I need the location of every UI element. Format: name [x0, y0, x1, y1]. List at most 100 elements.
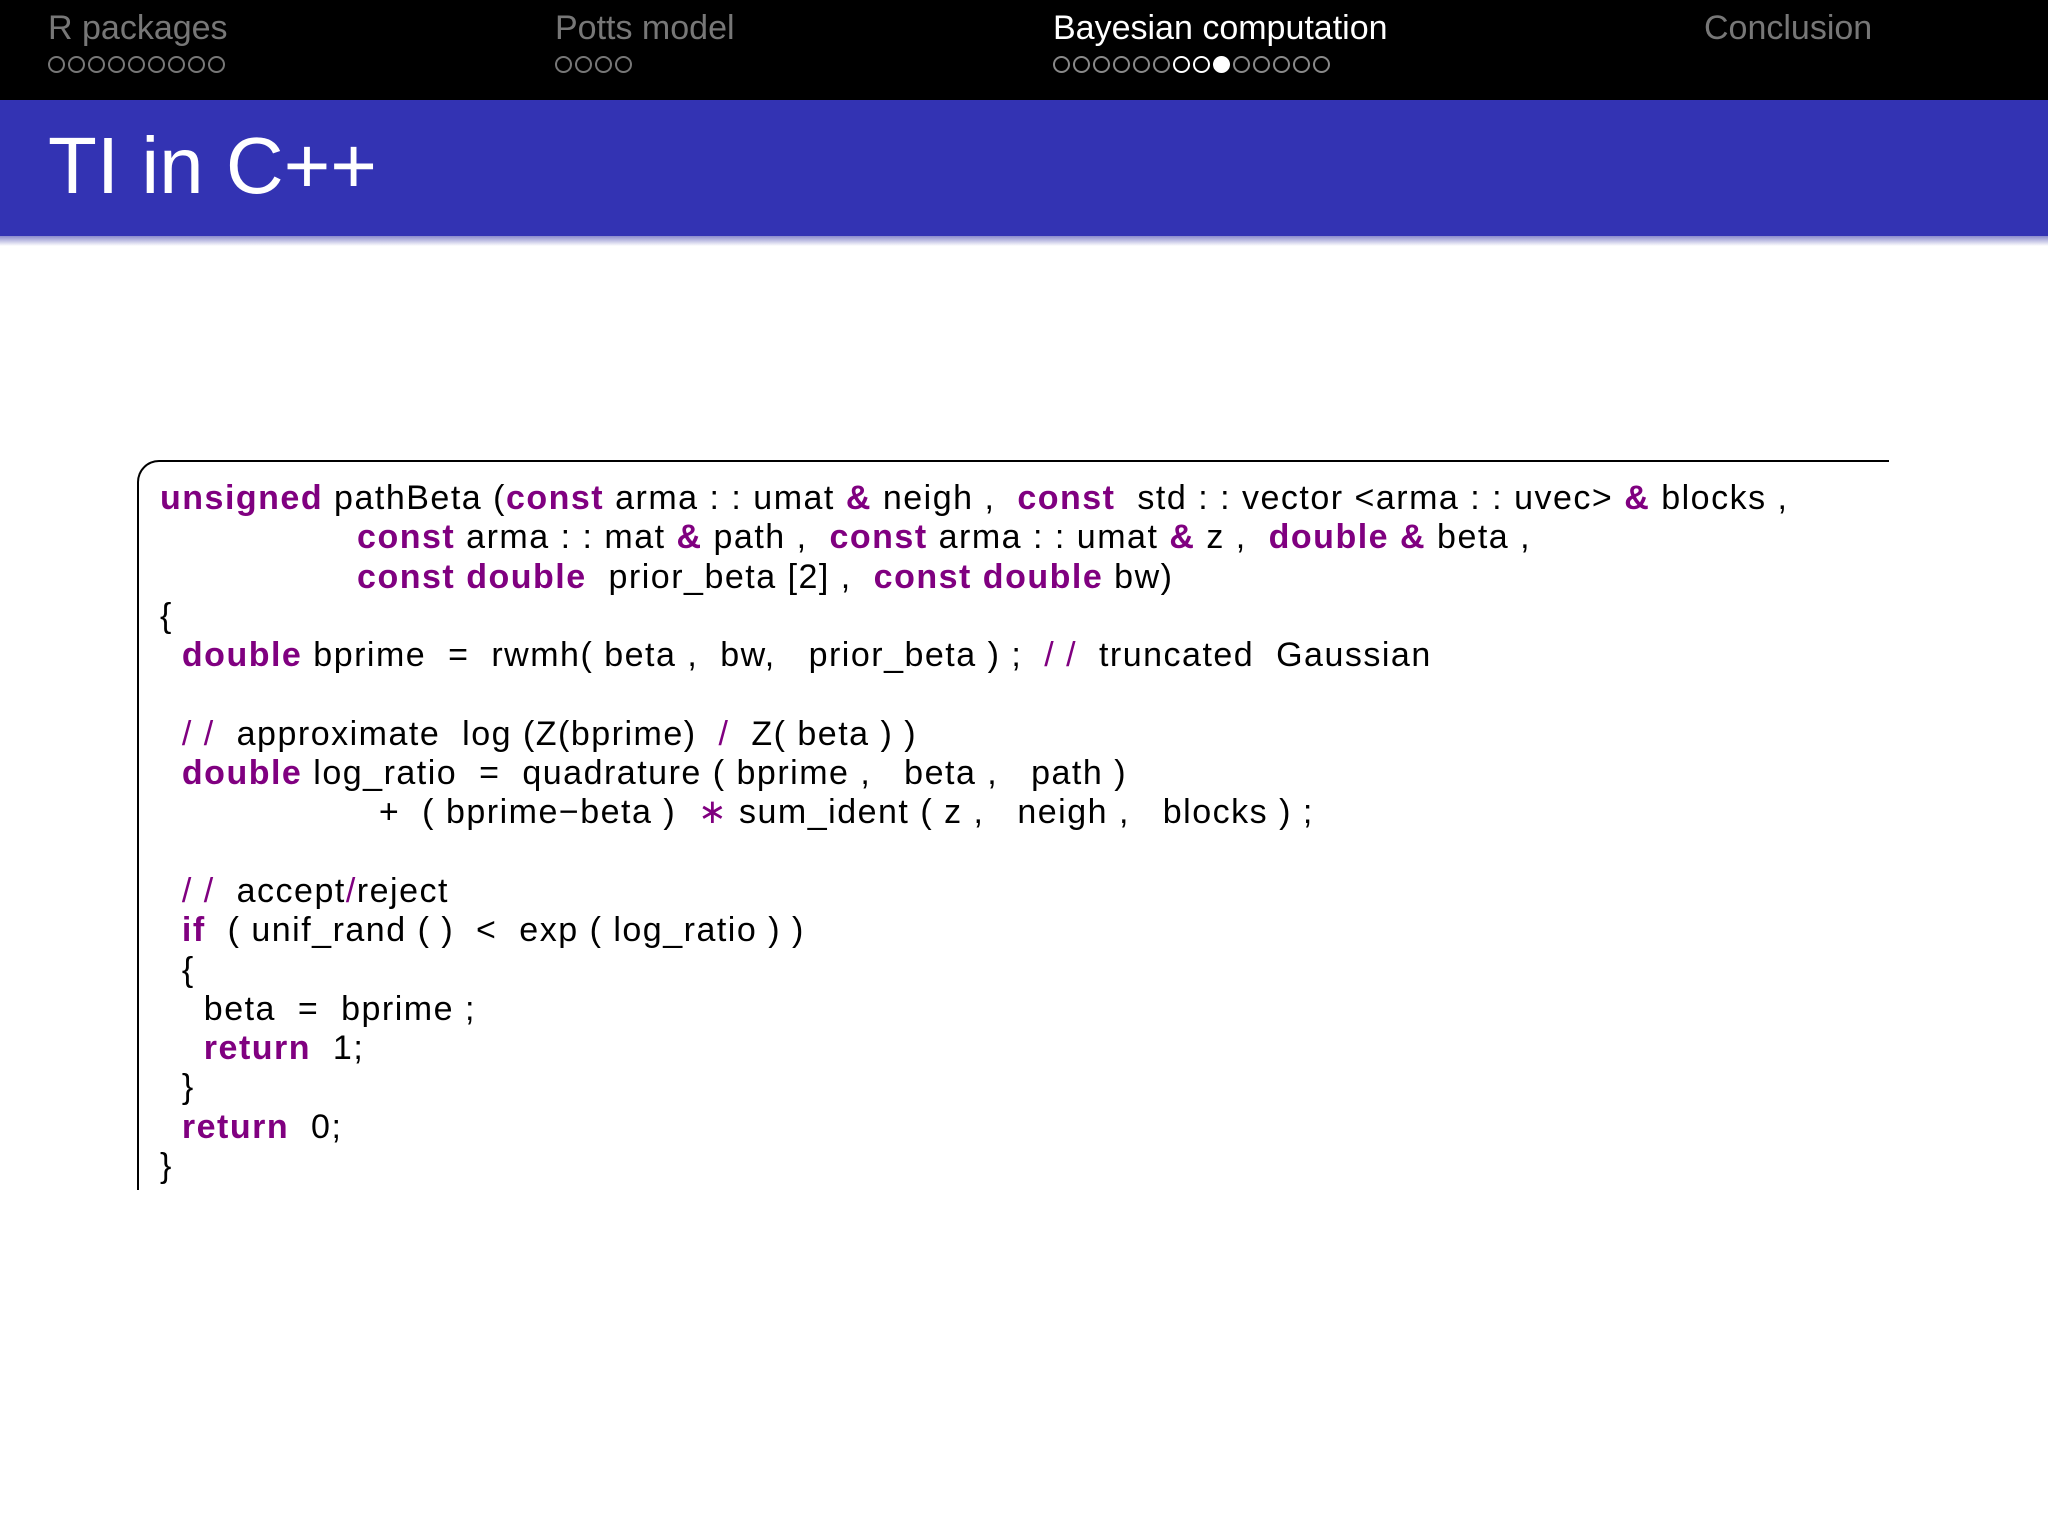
- code-text: 1;: [311, 1029, 365, 1068]
- code-text: reject: [356, 871, 449, 910]
- nav-dot-13[interactable]: [1293, 55, 1310, 73]
- code-keyword: &: [1169, 518, 1196, 557]
- code-keyword: const: [505, 479, 605, 517]
- nav-section-r-packages[interactable]: R packages: [48, 8, 228, 74]
- nav-dot-4[interactable]: [615, 55, 632, 73]
- code-keyword: double: [181, 636, 303, 675]
- nav-section-title[interactable]: R packages: [48, 8, 228, 48]
- nav-dot-1[interactable]: [555, 55, 572, 73]
- nav-dot-1[interactable]: [48, 55, 65, 73]
- nav-dot-4[interactable]: [108, 55, 125, 73]
- code-line: + ( bprime−beta ) ∗ sum_ident ( z , neig…: [160, 793, 1788, 832]
- code-keyword: const: [357, 518, 456, 557]
- code-line: const double prior_beta [2] , const doub…: [160, 558, 1788, 597]
- slide-title: TI in C++: [48, 121, 378, 210]
- nav-dot-6[interactable]: [1153, 55, 1170, 73]
- code-keyword: &: [1624, 479, 1651, 517]
- code-operator: /: [718, 714, 730, 753]
- code-keyword: double: [181, 754, 303, 793]
- code-text: beta = bprime ;: [160, 989, 476, 1028]
- nav-dot-6[interactable]: [148, 55, 165, 73]
- code-operator: ∗: [698, 793, 729, 832]
- nav-dots: [1053, 54, 1388, 74]
- code-keyword: const: [1017, 479, 1116, 517]
- nav-dot-14[interactable]: [1313, 55, 1330, 73]
- nav-dot-8[interactable]: [1193, 55, 1210, 73]
- code-operator: / /: [181, 871, 215, 910]
- nav-dot-7[interactable]: [1173, 55, 1190, 73]
- code-keyword: &: [676, 518, 703, 557]
- nav-dot-10[interactable]: [1233, 55, 1250, 73]
- code-keyword: double: [982, 557, 1104, 596]
- code-text: std : : vector <arma : : uvec>: [1115, 479, 1625, 517]
- nav-section-title[interactable]: Conclusion: [1704, 8, 1872, 48]
- code-keyword: double: [1268, 518, 1390, 557]
- code-operator: /: [345, 871, 357, 910]
- code-text: {: [160, 596, 173, 635]
- code-text: approximate log (Z(bprime): [214, 714, 719, 753]
- nav-dot-4[interactable]: [1113, 55, 1130, 73]
- code-operator: / /: [1044, 636, 1078, 675]
- title-shadow: [0, 236, 2048, 246]
- code-line: / / accept/reject: [160, 872, 1788, 911]
- code-keyword: const: [829, 518, 928, 557]
- code-text: z ,: [1195, 518, 1269, 557]
- nav-dots: [555, 54, 735, 74]
- nav-dot-2[interactable]: [1073, 55, 1090, 73]
- nav-section-potts-model[interactable]: Potts model: [555, 8, 735, 74]
- code-listing: unsigned pathBeta (const arma : : umat &…: [160, 479, 1788, 1186]
- code-text: Z( beta ) ): [729, 714, 918, 753]
- nav-dot-3[interactable]: [595, 55, 612, 73]
- nav-dot-5[interactable]: [1133, 55, 1150, 73]
- code-text: sum_ident ( z , neigh , blocks ) ;: [728, 793, 1314, 832]
- code-text: {: [160, 950, 195, 989]
- nav-dot-1[interactable]: [1053, 55, 1070, 73]
- code-text: arma : : mat: [455, 518, 677, 557]
- code-line: }: [160, 1068, 1788, 1107]
- code-keyword: double: [466, 557, 587, 596]
- code-text: 0;: [289, 1107, 343, 1146]
- nav-dot-12[interactable]: [1273, 55, 1290, 73]
- code-text: + ( bprime−beta ): [160, 793, 699, 832]
- code-line: {: [160, 951, 1788, 990]
- nav-dot-3[interactable]: [1093, 55, 1110, 73]
- code-text: arma : : umat: [604, 479, 846, 517]
- code-text: log_ratio = quadrature ( bprime , beta ,…: [302, 754, 1128, 793]
- navigation-bar: R packages Potts model Bayesian computat…: [0, 0, 2048, 100]
- nav-dot-9[interactable]: [1213, 55, 1230, 73]
- code-text: neigh ,: [871, 479, 1018, 517]
- code-line: {: [160, 597, 1788, 636]
- nav-dot-2[interactable]: [575, 55, 592, 73]
- nav-section-conclusion[interactable]: Conclusion: [1704, 8, 1872, 74]
- nav-dot-8[interactable]: [188, 55, 205, 73]
- code-text: bw): [1103, 557, 1174, 596]
- nav-dot-7[interactable]: [168, 55, 185, 73]
- nav-section-bayesian-computation[interactable]: Bayesian computation: [1053, 8, 1388, 74]
- code-text: blocks ,: [1650, 479, 1789, 517]
- nav-section-title[interactable]: Bayesian computation: [1053, 8, 1388, 48]
- nav-dot-5[interactable]: [128, 55, 145, 73]
- code-operator: / /: [181, 714, 215, 753]
- code-keyword: if: [181, 911, 206, 950]
- code-text: accept: [214, 871, 346, 910]
- code-line: unsigned pathBeta (const arma : : umat &…: [160, 479, 1788, 518]
- nav-dot-11[interactable]: [1253, 55, 1270, 73]
- nav-dot-3[interactable]: [88, 55, 105, 73]
- code-text: arma : : umat: [927, 518, 1170, 557]
- code-text: pathBeta (: [323, 479, 506, 517]
- nav-dot-2[interactable]: [68, 55, 85, 73]
- code-text: }: [160, 1068, 195, 1107]
- code-line: }: [160, 1147, 1788, 1186]
- nav-section-title[interactable]: Potts model: [555, 8, 735, 48]
- nav-dot-9[interactable]: [208, 55, 225, 73]
- code-text: }: [160, 1147, 173, 1186]
